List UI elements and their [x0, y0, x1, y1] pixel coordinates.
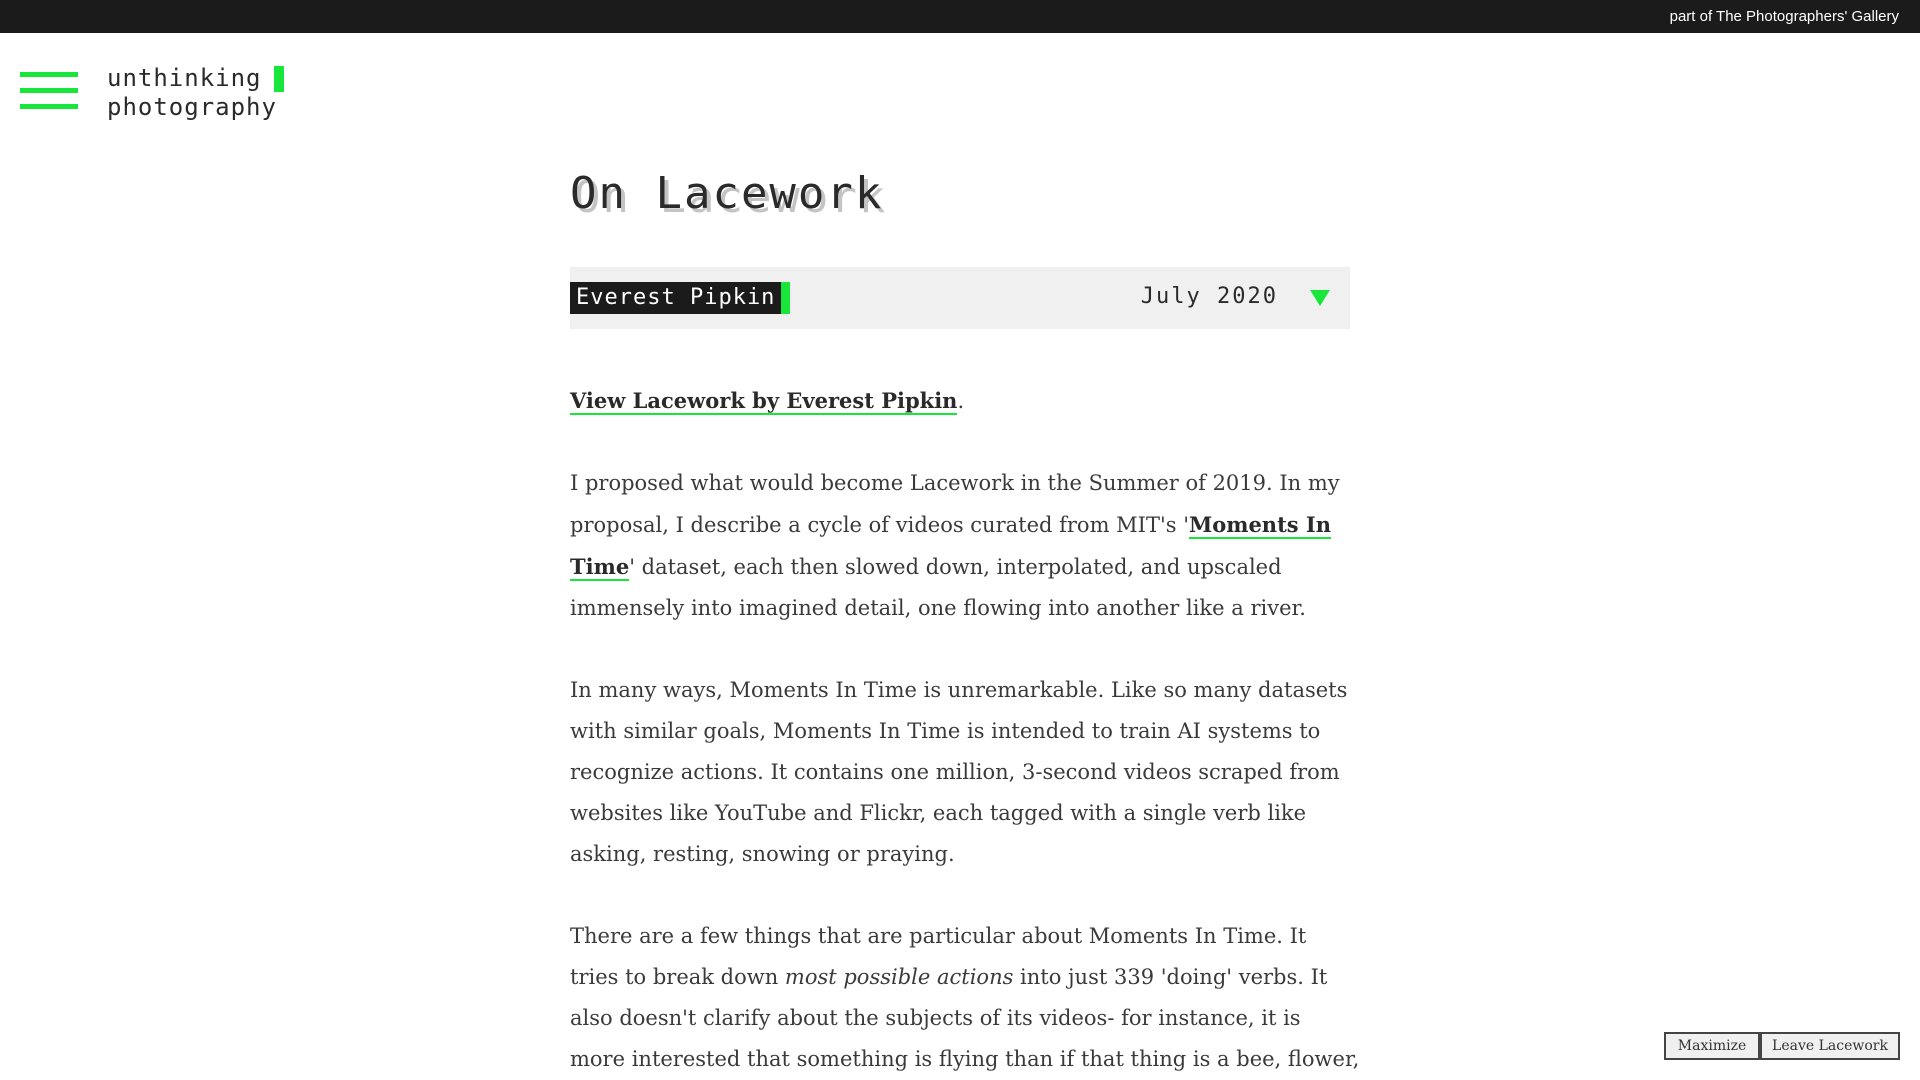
- hamburger-menu-icon[interactable]: [20, 72, 78, 112]
- article-meta-bar: Everest Pipkin July 2020: [570, 267, 1350, 329]
- paragraph-3: There are a few things that are particul…: [570, 916, 1360, 1080]
- photographers-gallery-link[interactable]: part of The Photographers' Gallery: [1670, 8, 1899, 25]
- paragraph-1: I proposed what would become Lacework in…: [570, 463, 1360, 629]
- leave-lacework-button[interactable]: Leave Lacework: [1760, 1032, 1900, 1060]
- author-name: Everest Pipkin: [570, 282, 791, 314]
- view-lacework-link[interactable]: View Lacework by Everest Pipkin: [570, 388, 958, 415]
- article-body: View Lacework by Everest Pipkin. I propo…: [570, 380, 1360, 1080]
- logo-line-1: unthinking: [107, 64, 262, 92]
- publish-date: July 2020: [1140, 284, 1278, 309]
- intro-paragraph: View Lacework by Everest Pipkin.: [570, 380, 1360, 422]
- p3-emphasis: most possible actions: [784, 965, 1014, 989]
- intro-period: .: [957, 389, 965, 413]
- p1-text-after: ' dataset, each then slowed down, interp…: [570, 555, 1306, 620]
- menu-bar-bottom: [20, 104, 78, 109]
- triangle-down-icon[interactable]: [1310, 290, 1330, 306]
- maximize-button[interactable]: Maximize: [1664, 1032, 1760, 1060]
- page-title: On Lacework: [570, 168, 884, 219]
- menu-bar-middle: [20, 88, 78, 93]
- logo-line-2: photography: [107, 93, 277, 121]
- site-logo[interactable]: unthinking photography: [107, 64, 284, 122]
- menu-bar-top: [20, 72, 78, 77]
- logo-cursor-block: [274, 66, 284, 92]
- paragraph-2: In many ways, Moments In Time is unremar…: [570, 678, 1348, 866]
- top-bar: part of The Photographers' Gallery: [0, 0, 1920, 33]
